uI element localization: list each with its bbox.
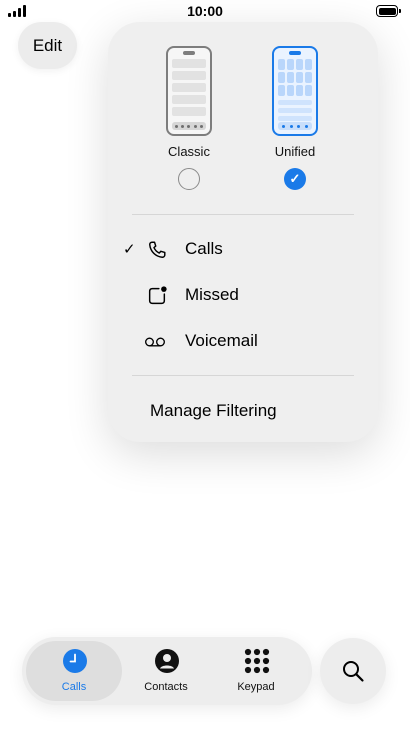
status-time: 10:00 bbox=[187, 3, 223, 19]
missed-icon bbox=[148, 286, 167, 305]
layout-option-label: Unified bbox=[274, 144, 316, 159]
layout-option-label: Classic bbox=[168, 144, 210, 159]
keypad-icon bbox=[244, 648, 270, 674]
menu-divider bbox=[132, 375, 354, 376]
tab-label: Keypad bbox=[237, 681, 275, 693]
search-button[interactable] bbox=[320, 638, 386, 704]
radio-selected[interactable]: ✓ bbox=[284, 168, 306, 190]
manage-filtering-button[interactable]: Manage Filtering bbox=[150, 401, 277, 421]
tab-label: Calls bbox=[61, 681, 87, 693]
menu-item-label: Missed bbox=[185, 285, 239, 304]
battery-icon bbox=[376, 5, 401, 17]
menu-divider bbox=[132, 214, 354, 215]
menu-item-label: Calls bbox=[185, 239, 223, 258]
search-icon bbox=[343, 661, 364, 682]
unified-layout-icon bbox=[272, 46, 318, 136]
status-bar: 10:00 bbox=[0, 0, 410, 22]
edit-button[interactable]: Edit bbox=[18, 22, 77, 69]
filter-menu: Classic Unified ✓ ✓ Calls Missed Voicema… bbox=[108, 22, 378, 442]
tab-bar: Calls Contacts Keypad bbox=[22, 637, 312, 705]
voicemail-icon bbox=[145, 337, 165, 347]
radio-unselected[interactable] bbox=[178, 168, 200, 190]
tab-calls[interactable]: Calls bbox=[26, 641, 122, 701]
clock-icon bbox=[63, 649, 87, 673]
menu-item-voicemail[interactable]: Voicemail bbox=[108, 322, 378, 362]
menu-item-missed[interactable]: Missed bbox=[108, 276, 378, 316]
person-icon bbox=[155, 649, 179, 673]
phone-icon bbox=[149, 241, 166, 258]
checkmark-icon: ✓ bbox=[123, 241, 136, 258]
menu-item-calls[interactable]: ✓ Calls bbox=[108, 230, 378, 270]
tab-label: Contacts bbox=[144, 681, 188, 693]
classic-layout-icon bbox=[166, 46, 212, 136]
layout-option-unified[interactable]: Unified ✓ bbox=[250, 46, 340, 190]
menu-item-label: Voicemail bbox=[185, 331, 258, 350]
layout-option-classic[interactable]: Classic bbox=[144, 46, 234, 190]
tab-contacts[interactable]: Contacts bbox=[118, 641, 214, 701]
tab-keypad[interactable]: Keypad bbox=[208, 641, 304, 701]
